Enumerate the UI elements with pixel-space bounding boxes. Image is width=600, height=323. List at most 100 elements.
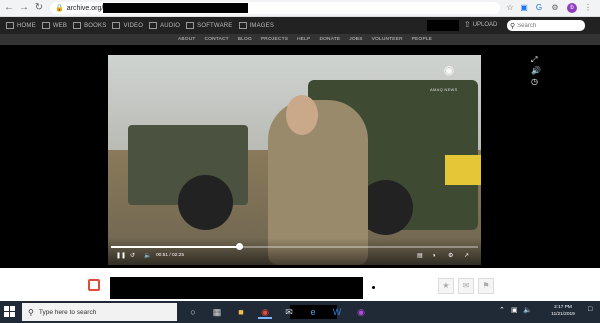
software-icon [186,22,195,29]
clock-icon[interactable]: ◷ [531,77,538,86]
subnav-contact[interactable]: CONTACT [205,37,229,42]
audio-icon [149,22,158,29]
redaction-box [103,3,248,13]
nav-home[interactable]: HOME [6,22,36,29]
video-frame-object [445,155,481,185]
watermark-logo-icon: ◉ [443,63,455,77]
app-icon[interactable]: ◉ [354,305,368,319]
address-url: archive.org/ [66,4,104,12]
nav-software[interactable]: SOFTWARE [186,22,232,29]
theater-icon[interactable]: ◑ [432,252,436,260]
subnav-about[interactable]: ABOUT [178,37,196,42]
pause-icon[interactable]: ❚❚ [116,252,126,260]
expand-icon[interactable]: ⤢ [531,55,537,65]
redaction-box [110,277,363,299]
favorite-icon[interactable]: ★ [438,278,454,294]
file-explorer-icon[interactable]: ■ [234,305,248,319]
network-icon[interactable]: ▣ [511,306,518,314]
nav-video[interactable]: VIDEO [112,22,143,29]
video-controls: ❚❚ ↺ 🔈 00:51 / 02:25 ▤ ◑ ⚙ ↗ [108,238,481,265]
redaction-box [427,20,459,31]
subnav-people[interactable]: PEOPLE [412,37,432,42]
video-player[interactable]: ◉ AMAQ NEWS ❚❚ ↺ 🔈 00:51 / 02:25 ▤ ◑ ⚙ ↗ [108,55,481,265]
fullscreen-icon[interactable]: ↗ [464,252,469,260]
subnav-projects[interactable]: PROJECTS [261,37,288,42]
time-display: 00:51 / 02:25 [156,253,185,258]
loop-icon[interactable]: ↺ [130,252,135,260]
nav-label: HOME [17,22,36,29]
taskbar-clock[interactable]: 2:17 PM 11/21/2019 [543,304,583,318]
edge-icon[interactable]: e [306,305,320,319]
nav-books[interactable]: BOOKS [73,22,106,29]
nav-audio[interactable]: AUDIO [149,22,180,29]
subnav-help[interactable]: HELP [297,37,310,42]
search-icon: ⚲ [28,307,34,317]
bookmark-star-icon[interactable]: ☆ [505,3,515,13]
home-icon [6,22,14,29]
menu-icon[interactable]: ⋮ [583,3,593,13]
video-frame-head [286,95,318,135]
task-view-icon[interactable]: ▦ [210,305,224,319]
flag-icon[interactable]: ⚑ [478,278,494,294]
nav-images[interactable]: IMAGES [238,22,275,29]
taskbar-search[interactable]: ⚲ Type here to search [22,303,177,321]
extension-icon[interactable]: ▣ [519,3,529,13]
subnav-volunteer[interactable]: VOLUNTEER [372,37,403,42]
share-icon[interactable]: ✉ [458,278,474,294]
nav-label: AUDIO [160,22,181,29]
extension-icon[interactable]: ⚙ [550,3,560,13]
tray-chevron-icon[interactable]: ⌃ [499,306,505,314]
subnav-blog[interactable]: BLOG [238,37,252,42]
cortana-icon[interactable]: ○ [186,305,200,319]
nav-label: WEB [52,22,68,29]
search-input[interactable] [517,22,578,29]
forward-icon[interactable]: → [18,2,30,14]
profile-avatar[interactable]: b [567,3,577,13]
video-frame-wheel [178,175,233,230]
subnav-jobs[interactable]: JOBS [349,37,362,42]
captions-icon[interactable]: ▤ [417,252,423,260]
film-icon [88,279,100,291]
chrome-icon[interactable]: ◉ [258,305,272,319]
nav-web[interactable]: WEB [41,22,68,29]
upload-icon: ⇧ [464,20,471,29]
back-icon[interactable]: ← [3,2,15,14]
duration: 02:25 [172,253,185,258]
speaker-icon[interactable]: 🔈 [523,306,532,314]
lock-icon: 🔒 [55,5,64,12]
clock-date: 11/21/2019 [551,312,575,317]
subnav-donate[interactable]: DONATE [319,37,340,42]
upload-label: UPLOAD [472,21,498,28]
video-stage: ◉ AMAQ NEWS ❚❚ ↺ 🔈 00:51 / 02:25 ▤ ◑ ⚙ ↗… [0,45,600,268]
upload-button[interactable]: ⇧ UPLOAD [464,20,497,29]
books-icon [73,22,82,29]
video-icon [112,22,121,29]
windows-taskbar: ⚲ Type here to search ○ ▦ ■ ◉ ✉ e W ◉ ⌃ … [0,301,600,323]
nav-label: SOFTWARE [197,22,233,29]
mail-icon[interactable]: ✉ [282,305,296,319]
watermark-text: AMAQ NEWS [430,87,458,92]
current-time: 00:51 [156,253,169,258]
images-icon [238,22,247,29]
taskbar-search-placeholder: Type here to search [38,308,97,316]
volume-icon[interactable]: 🔈 [144,252,151,260]
progress-track[interactable] [111,246,478,248]
nav-label: VIDEO [123,22,144,29]
search-icon[interactable]: ⚲ [510,22,515,30]
dot-marker [372,286,375,289]
word-icon[interactable]: W [330,305,344,319]
progress-fill [111,246,240,248]
reload-icon[interactable]: ↻ [33,2,45,14]
web-icon [41,22,50,29]
settings-icon[interactable]: ⚙ [448,252,453,260]
notifications-icon[interactable]: □ [588,306,592,313]
progress-scrubber[interactable] [235,243,243,250]
clock-time: 2:17 PM [554,305,572,310]
volume-icon[interactable]: 🔊 [531,66,541,75]
windows-start-icon[interactable] [4,306,16,318]
item-header-strip: ★ ✉ ⚑ [0,268,600,301]
translate-icon[interactable]: G [534,3,544,13]
site-sub-nav: ABOUT CONTACT BLOG PROJECTS HELP DONATE … [0,34,600,45]
nav-label: BOOKS [84,22,107,29]
site-search: ⚲ [507,20,585,31]
